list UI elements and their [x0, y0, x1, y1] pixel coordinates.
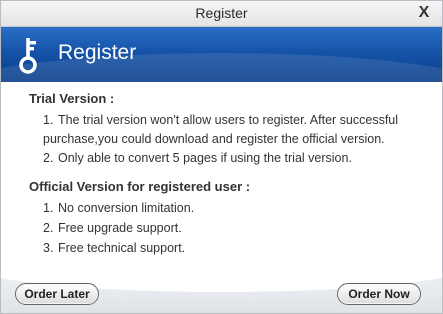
- content-area: Trial Version : 1. The trial version won'…: [1, 82, 442, 262]
- list-text: No conversion limitation.: [58, 201, 195, 215]
- trial-item-2: 2. Only able to convert 5 pages if using …: [43, 149, 428, 168]
- window-title: Register: [195, 5, 248, 21]
- list-text: Free technical support.: [58, 241, 186, 255]
- list-text: The trial version won't allow users to r…: [43, 113, 399, 146]
- official-item-1: 1. No conversion limitation.: [43, 199, 428, 218]
- official-item-3: 3. Free technical support.: [43, 239, 428, 258]
- title-bar: Register X: [1, 1, 442, 27]
- list-number: 3.: [43, 241, 54, 255]
- key-icon: [19, 38, 37, 74]
- footer-bar: Order Later Order Now: [1, 262, 442, 313]
- list-text: Only able to convert 5 pages if using th…: [58, 151, 352, 165]
- list-number: 2.: [43, 151, 54, 165]
- trial-section-title: Trial Version :: [29, 91, 115, 106]
- close-icon[interactable]: X: [416, 3, 432, 23]
- order-later-button[interactable]: Order Later: [15, 283, 99, 305]
- header-banner: Register: [1, 27, 442, 82]
- banner-heading: Register: [58, 41, 137, 64]
- official-section-title: Official Version for registered user :: [29, 179, 251, 194]
- official-item-2: 2. Free upgrade support.: [43, 219, 428, 238]
- list-text: Free upgrade support.: [58, 221, 182, 235]
- list-number: 1.: [43, 201, 54, 215]
- trial-item-1: 1. The trial version won't allow users to…: [43, 111, 428, 149]
- list-number: 1.: [43, 113, 54, 127]
- register-dialog: Register X Register Trial Version : 1. Th…: [0, 0, 443, 314]
- list-number: 2.: [43, 221, 54, 235]
- order-now-button[interactable]: Order Now: [337, 283, 421, 305]
